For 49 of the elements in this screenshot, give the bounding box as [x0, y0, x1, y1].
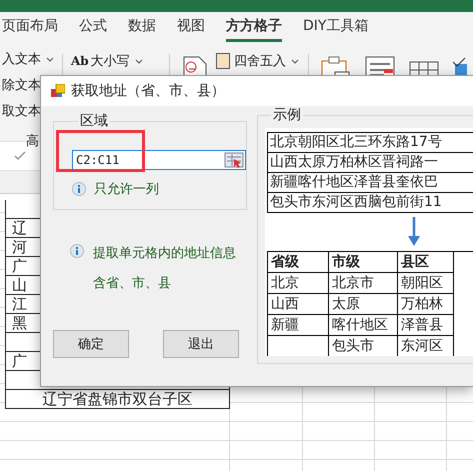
caret-icon — [46, 56, 54, 62]
table-cell: 喀什地区 — [329, 315, 398, 336]
table-cell: 辽宁省盘锦市双台子区 — [5, 390, 230, 409]
info-text: 含省、市、县 — [93, 275, 172, 292]
case-icon: Ab — [71, 54, 89, 68]
caret-icon — [134, 58, 143, 64]
down-arrow-icon — [408, 217, 420, 247]
range-picker-icon[interactable] — [224, 152, 244, 168]
ribbon-tab[interactable]: 公式 — [79, 12, 120, 42]
ribbon-tab[interactable]: DIY工具箱 — [303, 12, 382, 42]
info-icon — [72, 182, 86, 196]
table-cell: 万柏林 — [398, 294, 454, 315]
table-cell: 山西太原万柏林区晋祠路一 — [268, 153, 473, 173]
table-cell: 新疆 — [268, 315, 329, 336]
ribbon-button[interactable]: 入文本 — [2, 50, 41, 68]
table-cell: 北京朝阳区北三环东路17号 — [268, 133, 473, 153]
case-button[interactable]: Ab 大小写 — [67, 50, 147, 72]
ribbon-tab[interactable]: 数据 — [128, 12, 169, 42]
table-cell: 朝阳区 — [398, 273, 454, 294]
column-header: 省级 — [268, 252, 329, 273]
round-button[interactable]: 四舍五入 — [212, 50, 303, 72]
group-label: 高 — [26, 133, 40, 150]
ribbon-button[interactable]: 取文本 — [2, 102, 41, 120]
dialog-button[interactable]: 退出 — [163, 330, 239, 358]
table-cell: 太原 — [329, 294, 398, 315]
table-cell: 新疆喀什地区泽普县奎依巴 — [268, 173, 473, 193]
group-title: 区域 — [79, 112, 109, 130]
group-title: 示例 — [272, 106, 302, 124]
table-cell: 包头市东河区西脑包前街11 — [268, 193, 473, 213]
range-field[interactable]: C2:C11 — [72, 150, 246, 170]
app-icon — [51, 84, 65, 98]
table-cell: 山西 — [268, 294, 329, 315]
ribbon-tab[interactable]: 页面布局 — [2, 12, 71, 42]
table-cell: 北京市 — [329, 273, 398, 294]
ribbon-button[interactable]: 除文本 — [2, 76, 41, 94]
column-header: 市级 — [329, 252, 398, 273]
table-cell: 泽普县 — [398, 315, 454, 336]
note-text: 只允许一列 — [94, 181, 159, 198]
table-cell: 北京 — [268, 273, 329, 294]
table-cell: 东河区 — [398, 336, 454, 356]
round-icon — [216, 53, 230, 69]
table-cell: 包头市 — [329, 336, 398, 356]
ribbon-tab[interactable]: 视图 — [177, 12, 218, 42]
dialog-title: 获取地址（省、市、县） — [71, 82, 225, 100]
caret-icon — [291, 58, 299, 64]
column-header: 县区 — [398, 252, 454, 273]
dialog-button[interactable]: 确定 — [53, 330, 129, 358]
info-icon — [70, 244, 84, 258]
check-icon[interactable] — [14, 151, 26, 161]
